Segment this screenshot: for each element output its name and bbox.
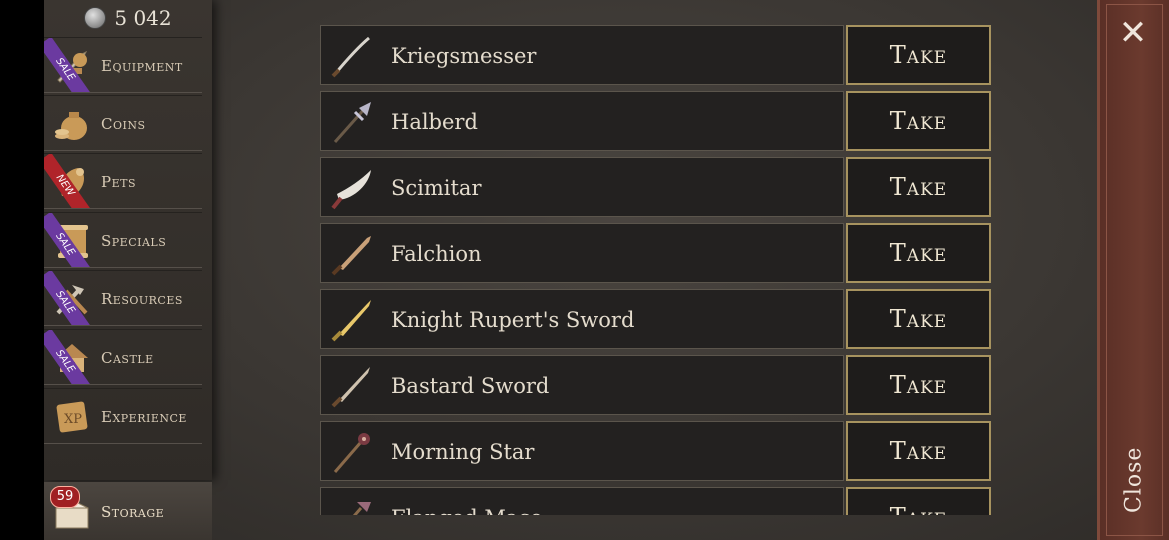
item-row-body: Flanged Mace	[320, 487, 844, 515]
storage-button[interactable]: 59 Storage	[44, 482, 212, 540]
item-row-body: Bastard Sword	[320, 355, 844, 415]
sidebar-item-resources[interactable]: SALE Resources	[44, 270, 202, 326]
item-row-body: Kriegsmesser	[320, 25, 844, 85]
storage-item-list[interactable]: Kriegsmesser Take Halberd Take Scimitar …	[320, 25, 992, 515]
list-item: Morning Star Take	[320, 421, 992, 481]
list-item: Flanged Mace Take	[320, 487, 992, 515]
take-button[interactable]: Take	[846, 421, 991, 481]
svg-text:XP: XP	[64, 412, 82, 427]
item-row-body: Halberd	[320, 91, 844, 151]
take-button[interactable]: Take	[846, 25, 991, 85]
sidebar-item-label: Pets	[101, 173, 136, 191]
flanged-mace-icon	[352, 502, 371, 515]
xp-book-icon: XP	[52, 397, 92, 437]
currency-amount: 5 042	[114, 6, 172, 30]
take-button[interactable]: Take	[846, 91, 991, 151]
item-name: Falchion	[391, 242, 482, 266]
item-row-body: Morning Star	[320, 421, 844, 481]
left-edge	[0, 0, 44, 540]
close-icon[interactable]: ✕	[1118, 16, 1148, 50]
take-button[interactable]: Take	[846, 223, 991, 283]
sidebar-item-castle[interactable]: SALE Castle	[44, 329, 202, 385]
take-button[interactable]: Take	[846, 487, 991, 515]
item-name: Kriegsmesser	[391, 44, 537, 68]
list-item: Falchion Take	[320, 223, 992, 283]
falchion-icon	[331, 236, 371, 276]
item-name: Halberd	[391, 110, 478, 134]
list-item: Halberd Take	[320, 91, 992, 151]
list-item: Knight Rupert's Sword Take	[320, 289, 992, 349]
currency-display: 5 042	[44, 0, 212, 36]
item-name: Knight Rupert's Sword	[391, 308, 635, 332]
sidebar-item-label: Castle	[101, 349, 154, 367]
item-row-body: Scimitar	[320, 157, 844, 217]
morning-star-icon	[333, 433, 370, 473]
list-item: Kriegsmesser Take	[320, 25, 992, 85]
storage-count-badge: 59	[50, 486, 80, 508]
sidebar-item-label: Experience	[101, 408, 187, 426]
sidebar-item-label: Specials	[101, 232, 167, 250]
sidebar-item-pets[interactable]: NEW Pets	[44, 153, 202, 209]
scimitar-icon	[331, 170, 371, 210]
storage-label: Storage	[101, 503, 165, 521]
item-name: Flanged Mace	[391, 488, 543, 515]
sidebar-item-specials[interactable]: SALE Specials	[44, 212, 202, 268]
sidebar-item-label: Coins	[101, 115, 146, 133]
golden-sword-icon	[331, 300, 371, 342]
silver-coin-icon	[84, 7, 107, 29]
item-row-body: Knight Rupert's Sword	[320, 289, 844, 349]
close-panel[interactable]: ✕ Close	[1097, 0, 1169, 540]
sidebar-item-coins[interactable]: Coins	[44, 95, 202, 151]
sidebar-item-label: Resources	[101, 290, 183, 308]
item-name: Bastard Sword	[391, 374, 550, 398]
close-label: Close	[1121, 446, 1147, 514]
sidebar-item-equipment[interactable]: SALE Equipment	[44, 37, 202, 93]
bastard-sword-icon	[331, 367, 370, 408]
item-name: Scimitar	[391, 176, 482, 200]
item-row-body: Falchion	[320, 223, 844, 283]
take-button[interactable]: Take	[846, 355, 991, 415]
list-item: Scimitar Take	[320, 157, 992, 217]
take-button[interactable]: Take	[846, 289, 991, 349]
kriegsmesser-icon	[331, 36, 370, 78]
sidebar-item-experience[interactable]: XP Experience	[44, 388, 202, 444]
halberd-icon	[333, 102, 371, 143]
coin-bag-icon	[52, 104, 92, 144]
list-item: Bastard Sword Take	[320, 355, 992, 415]
take-button[interactable]: Take	[846, 157, 991, 217]
item-name: Morning Star	[391, 440, 535, 464]
sidebar-item-label: Equipment	[101, 57, 183, 75]
